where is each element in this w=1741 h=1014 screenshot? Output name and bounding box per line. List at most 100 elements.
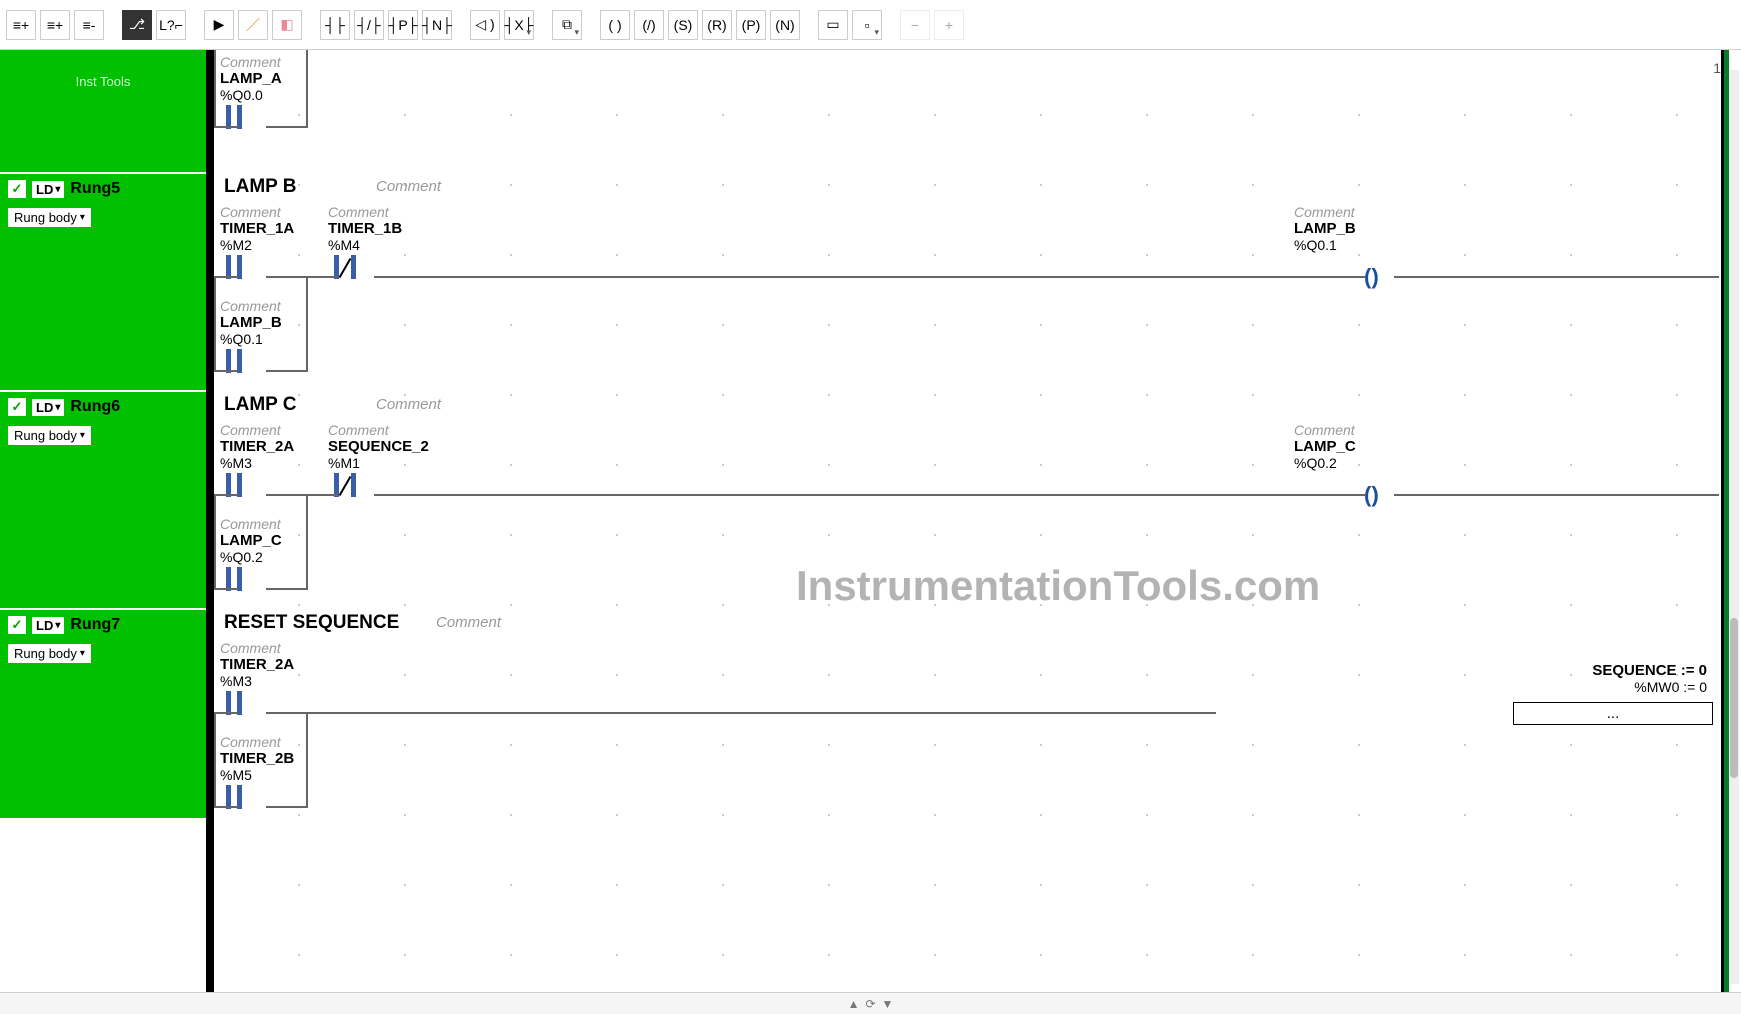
rung-header-6[interactable]: ✓ LD Rung6 Rung body <box>0 392 206 610</box>
rung6-in1[interactable]: Comment TIMER_2A %M3 <box>220 422 294 499</box>
rung5-branch[interactable]: Comment LAMP_B %Q0.1 <box>220 298 282 375</box>
rung7-in1[interactable]: Comment TIMER_2A %M3 <box>220 640 294 717</box>
rising-contact-icon[interactable]: ┤P├ <box>388 10 418 40</box>
rung6-title-comment[interactable]: Comment <box>376 396 441 413</box>
rung7-title[interactable]: RESET SEQUENCE <box>224 612 399 634</box>
comment-label: Comment <box>220 516 282 532</box>
rung-header-prev[interactable]: Inst Tools <box>0 50 206 174</box>
rung5-lang-dropdown[interactable]: LD <box>32 181 64 198</box>
comment-label: Comment <box>220 298 282 314</box>
rung7-op-labels: SEQUENCE := 0 %MW0 := 0 <box>1592 662 1707 695</box>
rung7-enable-check[interactable]: ✓ <box>8 616 26 634</box>
insert-rung-above-icon[interactable]: ≡+ <box>6 10 36 40</box>
no-contact-icon[interactable]: ┤├ <box>320 10 350 40</box>
comment-label: Comment <box>328 204 402 220</box>
rung6-block: LAMP C Comment Comment TIMER_2A %M3 Comm… <box>206 392 1727 610</box>
rung-header-column: Inst Tools ✓ LD Rung5 Rung body ✓ LD Run… <box>0 50 206 992</box>
comment-label: Comment <box>1294 422 1356 438</box>
rung5-in2[interactable]: Comment TIMER_1B %M4 <box>328 204 402 281</box>
rung6-lang-dropdown[interactable]: LD <box>32 399 64 416</box>
function-block-icon[interactable]: ▫ <box>852 10 882 40</box>
rung5-body-dropdown[interactable]: Rung body <box>8 208 91 227</box>
rung6-out-addr: %Q0.2 <box>1294 455 1356 471</box>
toolbar: ≡+≡+≡-⎇L?⌐▶／◧┤├┤/├┤P├┤N├◁ )┤X├⧉( )(/)(S)… <box>0 0 1741 50</box>
rung7-branch-name: TIMER_2B <box>220 750 294 767</box>
pos-coil-icon[interactable]: (P) <box>736 10 766 40</box>
comment-label: Comment <box>220 54 282 70</box>
rung5-in1-name: TIMER_1A <box>220 220 294 237</box>
rung6-enable-check[interactable]: ✓ <box>8 398 26 416</box>
rung5-out-addr: %Q0.1 <box>1294 237 1356 253</box>
rung5-title-comment[interactable]: Comment <box>376 178 441 195</box>
rung7-branch[interactable]: Comment TIMER_2B %M5 <box>220 734 294 811</box>
watermark: InstrumentationTools.com <box>796 562 1320 610</box>
rung5-in1-addr: %M2 <box>220 237 294 253</box>
rung6-title[interactable]: LAMP C <box>224 394 296 416</box>
rung7-branch-addr: %M5 <box>220 767 294 783</box>
inst-tools-label: Inst Tools <box>8 56 198 89</box>
rung7-operate-block[interactable]: ... <box>1513 702 1713 725</box>
scroll-thumb[interactable] <box>1730 618 1738 778</box>
xic-icon[interactable]: ( ) <box>600 10 630 40</box>
rung5-branch-name: LAMP_B <box>220 314 282 331</box>
coil-icon: ( ) <box>1364 482 1398 508</box>
rung7-op-line2: %MW0 := 0 <box>1592 679 1707 695</box>
rung5-name[interactable]: Rung5 <box>70 180 120 198</box>
compare-block-icon[interactable]: ⧉ <box>552 10 582 40</box>
zoom-in-icon[interactable]: + <box>934 10 964 40</box>
footer: ▲ ⟳ ▼ <box>0 992 1741 1014</box>
xio-icon[interactable]: (/) <box>634 10 664 40</box>
rung7-in1-addr: %M3 <box>220 673 294 689</box>
rung5-in2-name: TIMER_1B <box>328 220 402 237</box>
draw-line-icon[interactable]: ／ <box>238 10 268 40</box>
rung5-out[interactable]: Comment LAMP_B %Q0.1 <box>1294 204 1356 253</box>
label-mode-icon[interactable]: L?⌐ <box>156 10 186 40</box>
rung6-branch-addr: %Q0.2 <box>220 549 282 565</box>
operate-block-icon[interactable]: ▭ <box>818 10 848 40</box>
rung7-op-line1: SEQUENCE := 0 <box>1592 662 1707 679</box>
set-coil-icon[interactable]: (S) <box>668 10 698 40</box>
ladder-workspace: Inst Tools ✓ LD Rung5 Rung body ✓ LD Run… <box>0 50 1741 992</box>
neg-coil-icon[interactable]: (N) <box>770 10 800 40</box>
collapse-up-icon[interactable]: ▲ <box>848 997 860 1011</box>
rung7-body-dropdown[interactable]: Rung body <box>8 644 91 663</box>
nc-contact-icon[interactable]: ┤/├ <box>354 10 384 40</box>
rung5-in1[interactable]: Comment TIMER_1A %M2 <box>220 204 294 281</box>
prev-branch-contact[interactable]: Comment LAMP_A %Q0.0 <box>220 54 282 131</box>
zoom-out-icon[interactable]: − <box>900 10 930 40</box>
not-coil-icon[interactable]: ┤X├ <box>504 10 534 40</box>
rung-header-5[interactable]: ✓ LD Rung5 Rung body <box>0 174 206 392</box>
rung6-body-dropdown[interactable]: Rung body <box>8 426 91 445</box>
pointer-icon[interactable]: ▶ <box>204 10 234 40</box>
reset-coil-icon[interactable]: (R) <box>702 10 732 40</box>
rung6-branch[interactable]: Comment LAMP_C %Q0.2 <box>220 516 282 593</box>
branch-mode-icon[interactable]: ⎇ <box>122 10 152 40</box>
rung5-title[interactable]: LAMP B <box>224 176 296 198</box>
rung5-out-name: LAMP_B <box>1294 220 1356 237</box>
prev-branch-addr: %Q0.0 <box>220 87 282 103</box>
vertical-scrollbar[interactable] <box>1729 70 1739 984</box>
comment-label: Comment <box>220 734 294 750</box>
expand-down-icon[interactable]: ▼ <box>882 997 894 1011</box>
ladder-canvas[interactable]: Comment LAMP_A %Q0.0 LAMP B Comment Comm… <box>206 50 1741 992</box>
rung5-enable-check[interactable]: ✓ <box>8 180 26 198</box>
rung6-name[interactable]: Rung6 <box>70 398 120 416</box>
rung6-out[interactable]: Comment LAMP_C %Q0.2 <box>1294 422 1356 471</box>
rung-header-7[interactable]: ✓ LD Rung7 Rung body <box>0 610 206 820</box>
coil-icon[interactable]: ◁ ) <box>470 10 500 40</box>
rung6-in2-name: SEQUENCE_2 <box>328 438 429 455</box>
rung5-in2-addr: %M4 <box>328 237 402 253</box>
rung7-title-comment[interactable]: Comment <box>436 614 501 631</box>
rung7-name[interactable]: Rung7 <box>70 616 120 634</box>
rung6-in2[interactable]: Comment SEQUENCE_2 %M1 <box>328 422 429 499</box>
falling-contact-icon[interactable]: ┤N├ <box>422 10 452 40</box>
rung6-in1-addr: %M3 <box>220 455 294 471</box>
comment-label: Comment <box>1294 204 1356 220</box>
rung5-branch-addr: %Q0.1 <box>220 331 282 347</box>
rung6-branch-name: LAMP_C <box>220 532 282 549</box>
insert-rung-below-icon[interactable]: ≡+ <box>40 10 70 40</box>
rung7-lang-dropdown[interactable]: LD <box>32 617 64 634</box>
eraser-icon[interactable]: ◧ <box>272 10 302 40</box>
refresh-icon[interactable]: ⟳ <box>865 997 875 1011</box>
delete-rung-icon[interactable]: ≡- <box>74 10 104 40</box>
